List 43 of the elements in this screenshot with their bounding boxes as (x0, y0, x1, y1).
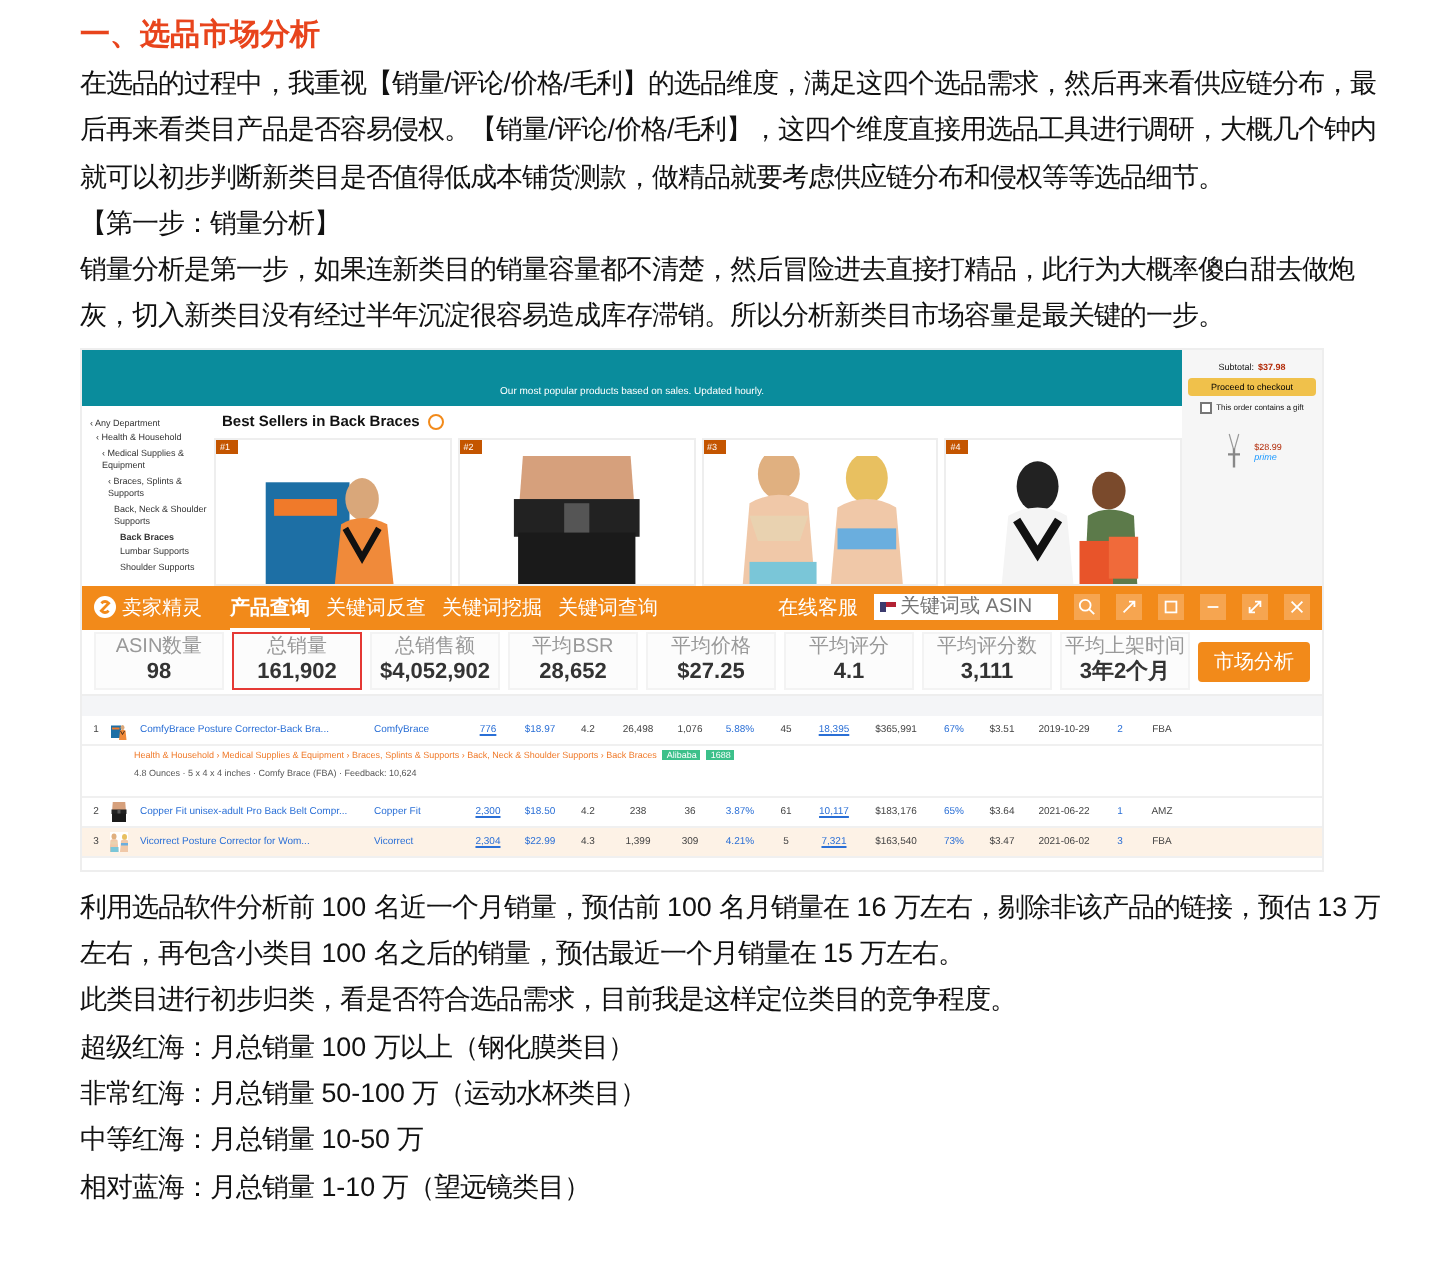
paragraph: 中等红海：月总销量 10-50 万 (80, 1122, 426, 1159)
close-button[interactable] (1284, 594, 1310, 621)
stat-value: 3,111 (960, 658, 1014, 687)
stat-value: 28,652 (539, 658, 607, 687)
plugin-icon[interactable] (427, 413, 444, 430)
paragraph: 在选品的过程中，我重视【销量/评论/价格/毛利】的选品维度，满足这四个选品需求，然后再来看供应链分布，最后再来看类目产品是否容易侵权。【销量/评论/价格/毛利】，这四个维度直接用选品工具进行调研，大概几个钟内就可以初步判断新类目是否值得低成本铺货测款，做精品就要考虑供应链分布和侵权等等选品细节。 (80, 66, 1379, 196)
minimize-button[interactable] (1200, 594, 1226, 621)
paragraph: 此类目进行初步归类，看是否符合选品需求，目前我是这样定位类目的竞争程度。 (80, 982, 1018, 1019)
stat-label: 平均价格 (671, 636, 751, 659)
export-button[interactable] (1158, 594, 1184, 621)
section-heading: 一、选品市场分析 (80, 16, 322, 56)
flag-icon (880, 602, 896, 613)
checkbox[interactable] (1200, 401, 1213, 414)
stat-label: 平均上架时间 (1065, 636, 1185, 659)
paragraph: 利用选品软件分析前 100 名近一个月销量，预估前 100 名月销量在 16 万左右，剔除非该产品的链接，预估 13 万左右，再包含小类目 100 名之后的销量，预估最近一个月销量在 15 万左右。 (80, 889, 1383, 973)
expand-icon (1246, 598, 1264, 617)
paragraph: 【第一步：销量分析】 (80, 205, 342, 242)
stat-label: 总销量 (267, 636, 327, 659)
arrow-icon (1120, 598, 1138, 617)
logo-text: 卖家精灵 (122, 595, 202, 622)
stat-value: $27.25 (677, 658, 745, 687)
search-button[interactable] (1074, 594, 1100, 621)
stat-label: 总销售额 (395, 636, 475, 659)
search-icon (1078, 598, 1096, 617)
stat-value: 98 (146, 658, 172, 687)
stat-label: 平均BSR (532, 636, 614, 659)
square-icon (1162, 598, 1180, 617)
stat-label: ASIN数量 (115, 636, 203, 659)
stat-value: 161,902 (257, 658, 337, 687)
paragraph: 销量分析是第一步，如果连新类目的销量容量都不清楚，然后冒险进去直接打精品，此行为大概率傻白甜去做炮灰，切入新类目没有经过半年沉淀很容易造成库存滞销。所以分析新类目市场容量是最关键的一步。 (80, 252, 1357, 335)
stat-label: 平均评分 (809, 636, 889, 659)
search-field[interactable]: 关键词或 ASIN (874, 594, 1058, 621)
stat-value: 4.1 (833, 658, 865, 687)
close-icon (1288, 598, 1306, 617)
logo-icon (94, 596, 116, 619)
paragraph: 非常红海：月总销量 50-100 万（运动水杯类目） (80, 1075, 649, 1112)
stat-label: 平均评分数 (937, 636, 1037, 659)
paragraph: 超级红海：月总销量 100 万以上（钢化膜类目） (80, 1029, 636, 1066)
stat-value: $4,052,902 (379, 658, 491, 687)
stat-value: 3年2个月 (1079, 658, 1171, 687)
expand-button[interactable] (1242, 594, 1268, 621)
paragraph: 相对蓝海：月总销量 1-10 万（望远镜类目） (80, 1169, 593, 1206)
share-button[interactable] (1116, 594, 1142, 621)
